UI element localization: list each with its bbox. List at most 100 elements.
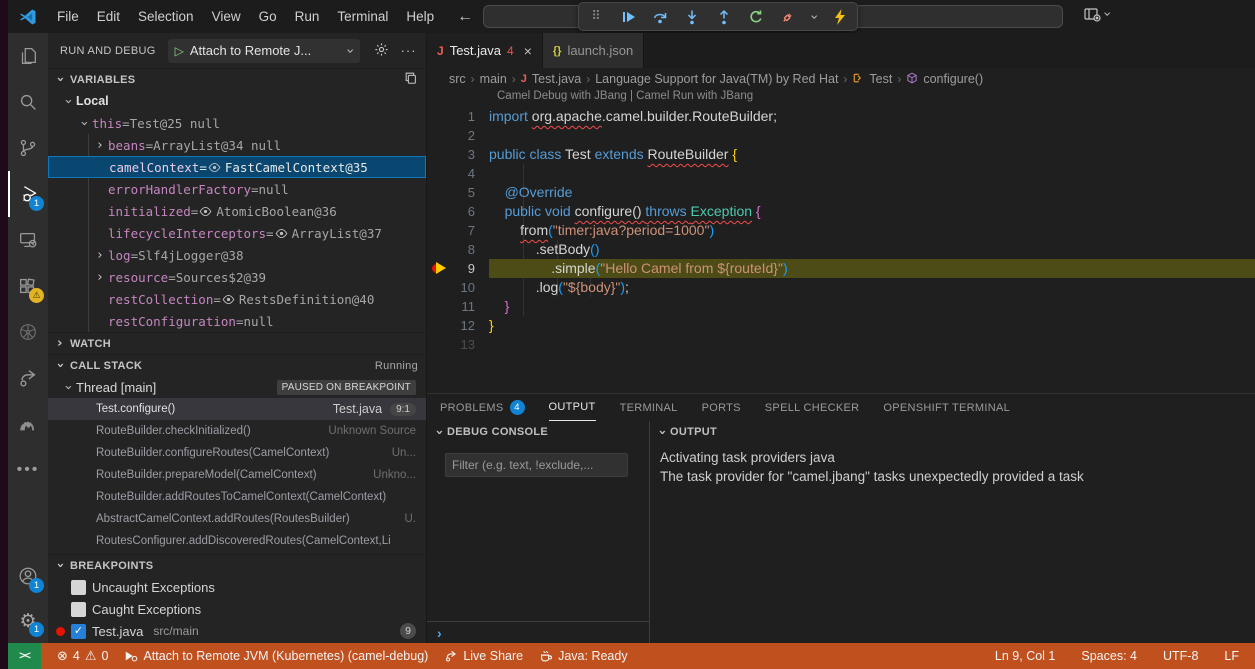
activity-extensions[interactable]: ⚠: [8, 263, 48, 309]
variable-row-beans[interactable]: ›beans = ArrayList@34 null: [48, 134, 426, 156]
breakpoint-checkbox[interactable]: [71, 602, 86, 617]
debug-settings-gear-icon[interactable]: [374, 42, 389, 60]
breakpoint-row[interactable]: Uncaught Exceptions: [48, 576, 426, 598]
code-line-7[interactable]: 7 from("timer:java?period=1000"): [427, 221, 1255, 240]
stack-frame[interactable]: RouteBuilder.addRoutesToCamelContext(Cam…: [48, 486, 426, 508]
code-line-10[interactable]: 10 .log("${body}");: [427, 278, 1255, 297]
breadcrumb-item[interactable]: Test.java: [532, 72, 581, 86]
encoding[interactable]: UTF-8: [1163, 649, 1198, 663]
breakpoints-section-header[interactable]: › BREAKPOINTS: [48, 554, 426, 576]
activity-settings[interactable]: ⚙ 1: [8, 599, 48, 643]
eye-icon[interactable]: [199, 205, 212, 218]
stack-frame[interactable]: AbstractCamelContext.addRoutes(RoutesBui…: [48, 508, 426, 530]
panel-tab-terminal[interactable]: TERMINAL: [620, 394, 678, 421]
menu-file[interactable]: File: [48, 9, 88, 24]
eol-sequence[interactable]: LF: [1224, 649, 1239, 663]
breadcrumb-item[interactable]: Test: [869, 72, 892, 86]
variable-row-log[interactable]: ›log = Slf4jLogger@38: [48, 244, 426, 266]
panel-tab-problems[interactable]: PROBLEMS4: [440, 394, 525, 421]
code-line-9[interactable]: 9 .simple("Hello Camel from ${routeId}"): [427, 259, 1255, 278]
activity-remote-explorer[interactable]: [8, 217, 48, 263]
tab-test-java[interactable]: JTest.java4×: [427, 33, 543, 68]
menu-run[interactable]: Run: [286, 9, 329, 24]
debug-console-header[interactable]: › DEBUG CONSOLE: [427, 421, 649, 443]
breakpoint-checkbox[interactable]: ✓: [71, 624, 86, 639]
remote-indicator[interactable]: ><: [8, 643, 41, 669]
thread-row[interactable]: › Thread [main] PAUSED ON BREAKPOINT: [48, 376, 426, 398]
start-debug-icon[interactable]: ▷: [175, 44, 184, 58]
drag-grip-icon[interactable]: ⠿: [587, 8, 605, 26]
menu-help[interactable]: Help: [397, 9, 443, 24]
menu-edit[interactable]: Edit: [88, 9, 129, 24]
problems-status[interactable]: ⊗ 4 ⚠ 0: [57, 649, 108, 664]
code-line-4[interactable]: 4: [427, 164, 1255, 183]
debug-toolbar-chevron-icon[interactable]: ›: [806, 14, 822, 20]
output-log[interactable]: Activating task providers javaThe task p…: [650, 443, 1255, 486]
variable-row-Local[interactable]: ›Local: [48, 90, 426, 112]
breadcrumb-item[interactable]: configure(): [923, 72, 983, 86]
variable-row-lifecycleInterceptors[interactable]: ›lifecycleInterceptors = ArrayList@37: [48, 222, 426, 244]
back-icon[interactable]: ←: [457, 8, 473, 26]
breadcrumb[interactable]: src›main›JTest.java›Language Support for…: [427, 68, 1255, 90]
restart-icon[interactable]: [747, 8, 765, 26]
cursor-position[interactable]: Ln 9, Col 1: [995, 649, 1055, 663]
watch-section-header[interactable]: › WATCH: [48, 332, 426, 354]
code-editor[interactable]: 1import org.apache.camel.builder.RouteBu…: [427, 107, 1255, 393]
variable-row-restCollection[interactable]: ›restCollection = RestsDefinition@40: [48, 288, 426, 310]
code-line-6[interactable]: 6 public void configure() throws Excepti…: [427, 202, 1255, 221]
code-line-12[interactable]: 12}: [427, 316, 1255, 335]
breadcrumb-item[interactable]: main: [480, 72, 507, 86]
tab-launch-json[interactable]: {}launch.json: [543, 33, 644, 68]
code-line-11[interactable]: 11 }: [427, 297, 1255, 316]
twisty-icon[interactable]: ›: [92, 270, 108, 285]
layout-control[interactable]: ›: [1084, 6, 1110, 22]
variable-row-restConfiguration[interactable]: ›restConfiguration = null: [48, 310, 426, 332]
menu-terminal[interactable]: Terminal: [328, 9, 397, 24]
variable-row-this[interactable]: ›this = Test@25 null: [48, 112, 426, 134]
stack-frame[interactable]: RouteBuilder.prepareModel(CamelContext)U…: [48, 464, 426, 486]
breadcrumb-item[interactable]: Language Support for Java(TM) by Red Hat: [595, 72, 838, 86]
code-line-1[interactable]: 1import org.apache.camel.builder.RouteBu…: [427, 107, 1255, 126]
step-into-icon[interactable]: [683, 8, 701, 26]
variable-row-resource[interactable]: ›resource = Sources$2@39: [48, 266, 426, 288]
call-stack-section-header[interactable]: › CALL STACK Running: [48, 354, 426, 376]
twisty-icon[interactable]: ›: [77, 115, 92, 131]
stack-frame[interactable]: RouteBuilder.checkInitialized()Unknown S…: [48, 420, 426, 442]
eye-icon[interactable]: [208, 161, 221, 174]
continue-icon[interactable]: [619, 8, 637, 26]
activity-search[interactable]: [8, 79, 48, 125]
twisty-icon[interactable]: ›: [92, 248, 108, 263]
code-line-3[interactable]: 3public class Test extends RouteBuilder …: [427, 145, 1255, 164]
activity-explorer[interactable]: [8, 33, 48, 79]
stack-frame[interactable]: Test.configure()Test.java9:1: [48, 398, 426, 420]
variable-row-errorHandlerFactory[interactable]: ›errorHandlerFactory = null: [48, 178, 426, 200]
eye-icon[interactable]: [222, 293, 235, 306]
indentation[interactable]: Spaces: 4: [1081, 649, 1137, 663]
menu-selection[interactable]: Selection: [129, 9, 203, 24]
code-line-13[interactable]: 13: [427, 335, 1255, 354]
copy-value-icon[interactable]: [404, 71, 418, 88]
activity-run-and-debug[interactable]: 1: [8, 171, 48, 217]
code-line-5[interactable]: 5 @Override: [427, 183, 1255, 202]
debug-console-prompt[interactable]: ›: [427, 621, 649, 643]
panel-tab-spell-checker[interactable]: SPELL CHECKER: [765, 394, 860, 421]
activity-more[interactable]: •••: [8, 447, 48, 493]
activity-camel[interactable]: [8, 401, 48, 447]
code-line-2[interactable]: 2: [427, 126, 1255, 145]
stack-frame[interactable]: RoutesConfigurer.addDiscoveredRoutes(Cam…: [48, 530, 426, 552]
twisty-icon[interactable]: ›: [92, 138, 108, 153]
code-line-8[interactable]: 8 .setBody(): [427, 240, 1255, 259]
breadcrumb-item[interactable]: src: [449, 72, 466, 86]
twisty-icon[interactable]: ›: [61, 93, 76, 109]
activity-account[interactable]: 1: [8, 553, 48, 599]
variable-row-camelContext[interactable]: ›camelContext = FastCamelContext@35: [48, 156, 426, 178]
breakpoint-row[interactable]: ✓Test.javasrc/main9: [48, 620, 426, 642]
variables-section-header[interactable]: › VARIABLES: [48, 68, 426, 90]
camel-lightning-icon[interactable]: [831, 8, 849, 26]
panel-tab-ports[interactable]: PORTS: [702, 394, 741, 421]
step-out-icon[interactable]: [715, 8, 733, 26]
close-icon[interactable]: ×: [524, 43, 532, 59]
breakpoint-checkbox[interactable]: [71, 580, 86, 595]
output-header[interactable]: › OUTPUT: [650, 421, 1255, 443]
breakpoint-row[interactable]: Caught Exceptions: [48, 598, 426, 620]
